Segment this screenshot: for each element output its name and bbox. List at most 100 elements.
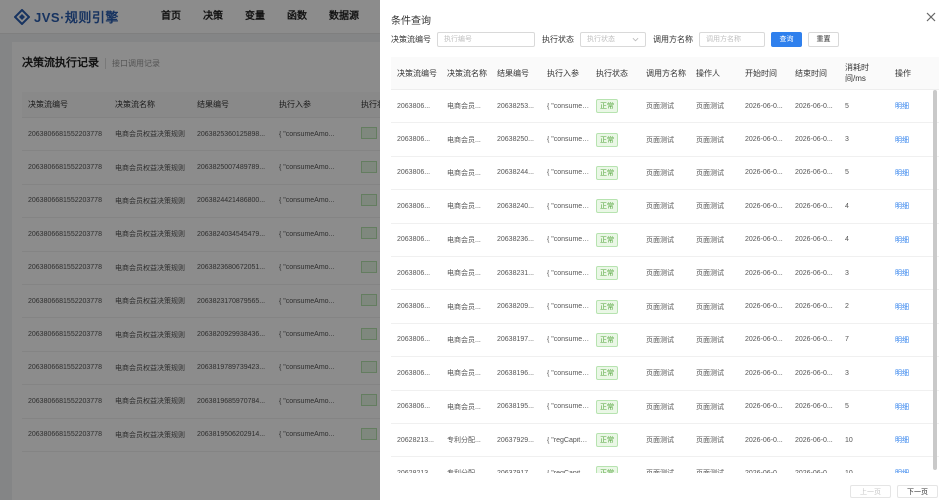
- cell-result-no: 20638231...: [497, 269, 534, 277]
- cell-start-time: 2026-06-0...: [745, 269, 783, 277]
- close-button[interactable]: [924, 10, 938, 24]
- cell-cost: 3: [845, 269, 849, 277]
- detail-link[interactable]: 明细: [895, 370, 909, 377]
- cell-action: 明细: [889, 268, 939, 278]
- cell-input: { "consumeAm: [547, 202, 590, 210]
- prev-page-button[interactable]: 上一页: [850, 485, 891, 498]
- cell-flow-name: 电商会员...: [447, 236, 481, 244]
- cell-flow-name: 电商会员...: [447, 370, 481, 378]
- table-row: 2063806... 电商会员... 20638196... { "consumeAm…: [391, 357, 939, 391]
- cell-start-time: 2026-06-0...: [745, 403, 783, 411]
- cell-action: 明细: [889, 135, 939, 145]
- cell-result-no: 20638244...: [497, 169, 534, 177]
- cell-result-no: 20638236...: [497, 236, 534, 244]
- status-badge: 正常: [596, 466, 618, 473]
- status-label: 执行状态: [542, 34, 574, 44]
- detail-link[interactable]: 明细: [895, 170, 909, 177]
- cell-result-no: 20638253...: [497, 102, 534, 110]
- detail-link[interactable]: 明细: [895, 237, 909, 244]
- cell-status: 正常: [590, 232, 640, 247]
- table-row: 2063806... 电商会员... 20638231... { "consumeAm…: [391, 257, 939, 291]
- detail-link[interactable]: 明细: [895, 304, 909, 311]
- cell-input: { "consumeAm: [547, 169, 590, 177]
- cell-start-time: 2026-06-0...: [745, 336, 783, 344]
- cell-caller: 页面测试: [646, 103, 674, 111]
- cell-input: { "consumeAm: [547, 102, 590, 110]
- cell-input: { "consumeAm: [547, 136, 590, 144]
- table-row: 2063806... 电商会员... 20638253... { "consumeAm…: [391, 90, 939, 124]
- chevron-down-icon: [632, 37, 639, 41]
- cell-action: 明细: [889, 168, 939, 178]
- filter-bar: 决策流编号 执行状态 执行状态 调用方名称 查询 重置: [391, 31, 839, 47]
- cell-status: 正常: [590, 165, 640, 180]
- detail-link[interactable]: 明细: [895, 470, 909, 473]
- status-badge: 正常: [596, 366, 618, 381]
- next-page-button[interactable]: 下一页: [897, 485, 938, 498]
- cell-end-time: 2026-06-0...: [795, 136, 833, 144]
- cell-operator: 页面测试: [696, 136, 724, 144]
- cell-end-time: 2026-06-0...: [795, 303, 833, 311]
- cell-end-time: 2026-06-0...: [795, 403, 833, 411]
- detail-link[interactable]: 明细: [895, 437, 909, 444]
- cell-cost: 10: [839, 470, 889, 473]
- col-flow-no: 决策流编号: [397, 68, 437, 78]
- status-badge: 正常: [596, 433, 618, 448]
- cell-start-time: 2026-06-0...: [745, 303, 783, 311]
- caller-input[interactable]: [699, 31, 765, 47]
- cell-operator: 页面测试: [696, 437, 724, 445]
- cell-end-time: 2026-06-0...: [789, 470, 839, 473]
- detail-link[interactable]: 明细: [895, 270, 909, 277]
- cell-caller: 页面测试: [646, 203, 674, 211]
- cell-start-time: 2026-06-0...: [745, 169, 783, 177]
- cell-caller: 页面测试: [646, 303, 674, 311]
- cell-input: { "consumeAm: [547, 336, 590, 344]
- cell-caller: 页面测试: [646, 336, 674, 344]
- detail-link[interactable]: 明细: [895, 203, 909, 210]
- cell-flow-name: 电商会员...: [447, 169, 481, 177]
- reset-button[interactable]: 重置: [808, 31, 839, 47]
- cell-caller: 页面测试: [640, 468, 690, 473]
- flow-no-input[interactable]: [437, 31, 535, 47]
- cell-operator: 页面测试: [690, 468, 739, 473]
- cell-operator: 页面测试: [696, 370, 724, 378]
- cell-flow-no: 2063806...: [397, 303, 431, 311]
- detail-link[interactable]: 明细: [895, 137, 909, 144]
- cell-start-time: 2026-06-0...: [745, 136, 783, 144]
- status-select[interactable]: 执行状态: [580, 31, 646, 47]
- cell-start-time: 2026-06-0...: [745, 102, 783, 110]
- detail-link[interactable]: 明细: [895, 404, 909, 411]
- table-row: 2063806... 电商会员... 20638240... { "consumeAm…: [391, 190, 939, 224]
- cell-action: 明细: [889, 201, 939, 211]
- cell-input: { "consumeAm: [547, 236, 590, 244]
- cell-result-no: 20637929...: [497, 436, 534, 444]
- cell-cost: 10: [845, 436, 853, 444]
- cell-flow-no: 2063806...: [397, 236, 431, 244]
- cell-flow-name: 电商会员...: [447, 103, 481, 111]
- detail-link[interactable]: 明细: [895, 337, 909, 344]
- query-button[interactable]: 查询: [771, 31, 802, 47]
- cell-action: 明细: [889, 368, 939, 378]
- cell-result-no: 20638196...: [497, 369, 534, 377]
- cell-end-time: 2026-06-0...: [795, 169, 833, 177]
- status-badge: 正常: [596, 99, 618, 114]
- cell-flow-no: 20628213...: [391, 470, 441, 473]
- records-table-header: 决策流编号 决策流名称 结果编号 执行入参 执行状态 调用方名称 操作人 开始时…: [391, 57, 939, 90]
- cell-input: { "consumeAm: [547, 403, 590, 411]
- col-status: 执行状态: [596, 68, 628, 78]
- cell-caller: 页面测试: [646, 437, 674, 445]
- cell-end-time: 2026-06-0...: [795, 236, 833, 244]
- cell-action: 明细: [889, 435, 939, 445]
- cell-flow-no: 2063806...: [397, 169, 431, 177]
- detail-link[interactable]: 明细: [895, 103, 909, 110]
- cell-start-time: 2026-06-0...: [745, 202, 783, 210]
- cell-cost: 5: [845, 102, 849, 110]
- status-badge: 正常: [596, 165, 618, 180]
- cell-status: 正常: [590, 433, 640, 448]
- cell-action: 明细: [889, 335, 939, 345]
- cell-operator: 页面测试: [696, 303, 724, 311]
- col-start-time: 开始时间: [745, 68, 777, 78]
- cell-cost: 7: [845, 336, 849, 344]
- status-badge: 正常: [596, 332, 618, 347]
- table-scrollbar[interactable]: [933, 90, 937, 470]
- records-table: 决策流编号 决策流名称 结果编号 执行入参 执行状态 调用方名称 操作人 开始时…: [391, 57, 939, 473]
